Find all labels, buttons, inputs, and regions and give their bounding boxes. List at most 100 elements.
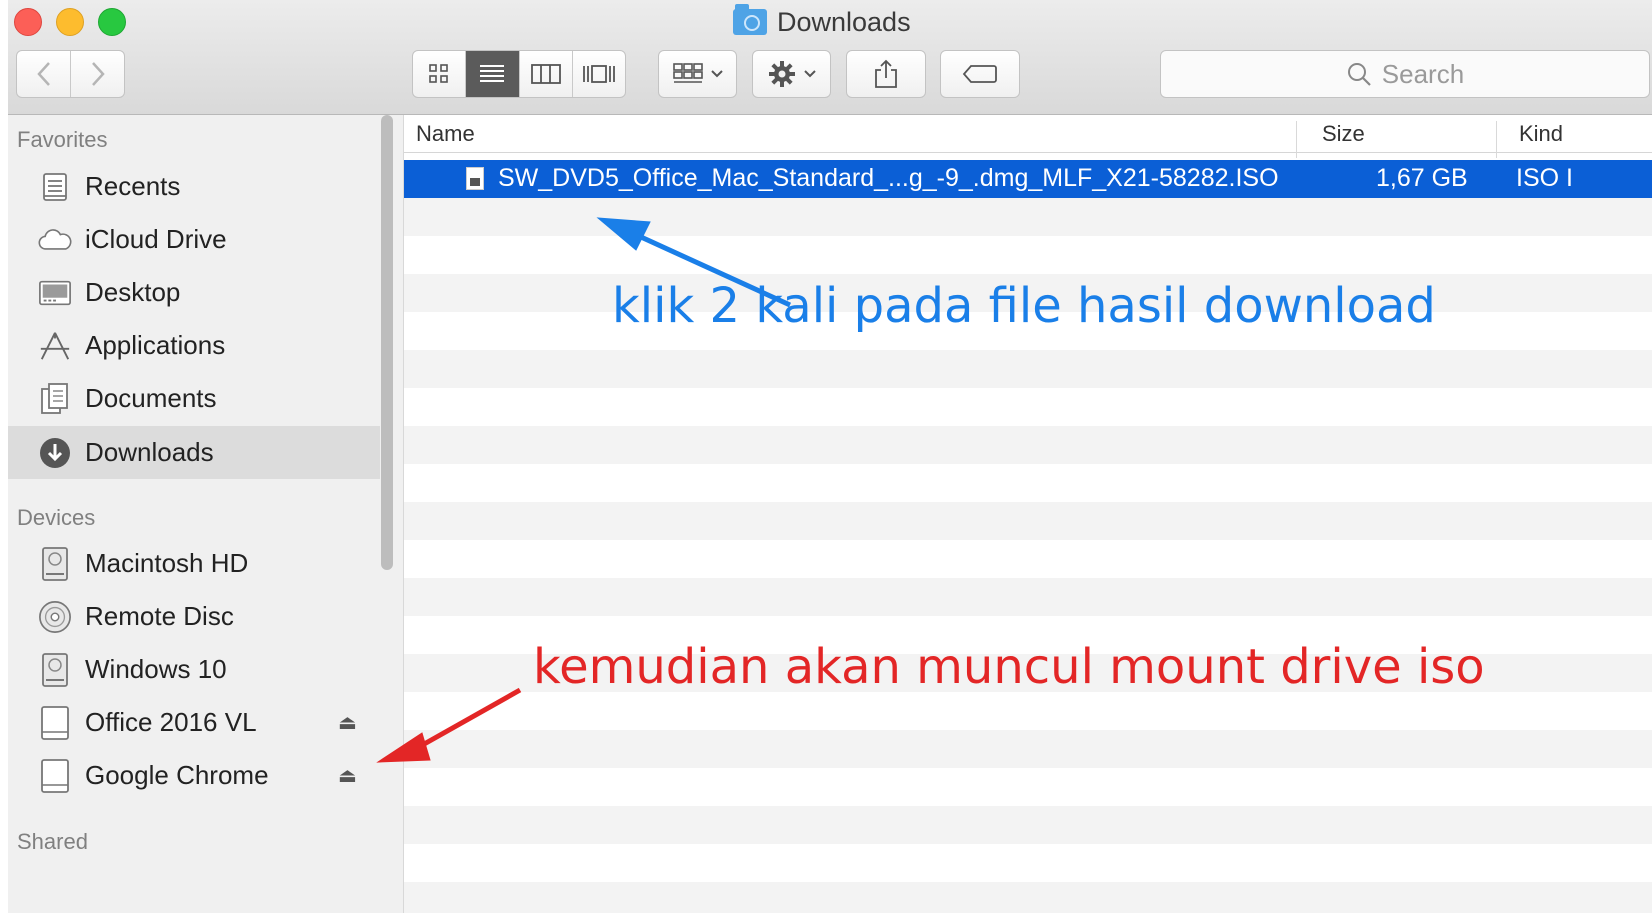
annotation-blue-text: klik 2 kali pada file hasil download — [612, 278, 1436, 334]
cloud-icon — [38, 223, 72, 257]
sidebar-item-label: Windows 10 — [85, 654, 227, 684]
columns-icon — [530, 64, 561, 84]
empty-row — [404, 464, 1652, 502]
sidebar-item-google-chrome[interactable]: Google Chrome ⏏ — [8, 749, 380, 802]
sidebar-item-applications[interactable]: Applications — [8, 319, 380, 372]
back-button[interactable] — [17, 51, 71, 97]
sidebar-item-label: iCloud Drive — [85, 224, 227, 254]
empty-row — [404, 426, 1652, 464]
toolbar: Downloads Search — [8, 0, 1652, 115]
file-list: Name Size Kind SW_DVD5_Office_Mac_Standa… — [404, 115, 1652, 913]
coverflow-icon — [582, 65, 615, 83]
volume-icon — [38, 705, 72, 740]
column-view-button[interactable] — [520, 51, 573, 97]
tag-icon — [962, 65, 997, 83]
zoom-window-button[interactable] — [98, 8, 126, 36]
empty-row — [404, 578, 1652, 616]
sidebar-item-label: Desktop — [85, 277, 181, 307]
window-title: Downloads — [733, 4, 911, 39]
empty-row — [404, 768, 1652, 806]
coverflow-view-button[interactable] — [573, 51, 625, 97]
empty-row — [404, 692, 1652, 730]
recents-icon — [38, 170, 72, 204]
search-input[interactable]: Search — [1160, 50, 1650, 98]
list-view-button[interactable] — [466, 51, 520, 97]
file-rows: SW_DVD5_Office_Mac_Standard_...g_-9_.dmg… — [404, 160, 1652, 913]
disk-image-file-icon — [466, 167, 484, 190]
sidebar-item-label: Remote Disc — [85, 601, 234, 631]
empty-row — [404, 236, 1652, 274]
sidebar-item-icloud-drive[interactable]: iCloud Drive — [8, 213, 380, 266]
grid-icon — [429, 64, 448, 83]
shared-heading: Shared — [17, 829, 88, 854]
chevron-down-icon — [803, 70, 816, 78]
close-window-button[interactable] — [14, 8, 42, 36]
sidebar-item-label: Downloads — [85, 437, 214, 467]
applications-icon — [38, 329, 72, 363]
sidebar-item-windows-10[interactable]: Windows 10 — [8, 643, 380, 696]
gear-icon — [768, 61, 795, 87]
file-name: SW_DVD5_Office_Mac_Standard_...g_-9_.dmg… — [498, 164, 1279, 192]
share-icon — [875, 59, 897, 88]
sidebar: Favorites Recents iCloud Drive Desktop A… — [8, 115, 404, 913]
eject-icon[interactable]: ⏏ — [338, 710, 357, 735]
empty-row — [404, 540, 1652, 578]
desktop-icon — [38, 276, 72, 310]
sidebar-item-label: Applications — [85, 330, 226, 360]
file-size: 1,67 GB — [1376, 164, 1468, 192]
view-switcher — [412, 50, 626, 98]
arrange-icon — [672, 63, 703, 83]
share-button[interactable] — [846, 50, 926, 98]
column-size[interactable]: Size — [1322, 121, 1365, 147]
sidebar-item-remote-disc[interactable]: Remote Disc — [8, 590, 380, 643]
sidebar-item-label: Office 2016 VL — [85, 707, 257, 737]
window-title-text: Downloads — [777, 6, 911, 37]
empty-row — [404, 198, 1652, 236]
empty-row — [404, 502, 1652, 540]
empty-row — [404, 388, 1652, 426]
sidebar-item-downloads[interactable]: Downloads — [8, 426, 380, 479]
tag-button[interactable] — [940, 50, 1020, 98]
forward-button[interactable] — [71, 51, 124, 97]
action-button[interactable] — [752, 50, 831, 98]
sidebar-item-label: Macintosh HD — [85, 548, 249, 578]
arrange-button[interactable] — [658, 50, 737, 98]
documents-icon — [38, 382, 72, 416]
sidebar-item-label: Google Chrome — [85, 760, 269, 790]
chevron-down-icon — [710, 70, 723, 78]
column-name[interactable]: Name — [416, 121, 475, 147]
annotation-red-text: kemudian akan muncul mount drive iso — [533, 639, 1485, 695]
sidebar-item-label: Recents — [85, 171, 181, 201]
chevron-right-icon — [91, 62, 105, 86]
empty-row — [404, 730, 1652, 768]
sidebar-item-recents[interactable]: Recents — [8, 160, 380, 213]
search-icon — [1347, 63, 1371, 86]
volume-icon — [38, 758, 72, 793]
navigation-buttons — [16, 50, 125, 98]
table-row[interactable]: SW_DVD5_Office_Mac_Standard_...g_-9_.dmg… — [404, 160, 1652, 198]
downloads-folder-icon — [733, 4, 767, 35]
search-placeholder: Search — [1381, 58, 1465, 89]
sidebar-item-office-2016-vl[interactable]: Office 2016 VL ⏏ — [8, 696, 380, 749]
column-kind[interactable]: Kind — [1519, 121, 1563, 147]
hard-drive-icon — [38, 546, 72, 581]
eject-icon[interactable]: ⏏ — [338, 763, 357, 788]
list-icon — [480, 65, 505, 82]
sidebar-item-desktop[interactable]: Desktop — [8, 266, 380, 319]
finder-window: Downloads Search Favorites Recents iClou… — [8, 0, 1652, 913]
empty-row — [404, 882, 1652, 913]
chevron-left-icon — [36, 62, 50, 86]
icon-view-button[interactable] — [413, 51, 467, 97]
empty-row — [404, 844, 1652, 882]
sidebar-scrollbar[interactable] — [381, 115, 393, 570]
downloads-icon — [38, 436, 72, 470]
empty-row — [404, 806, 1652, 844]
sidebar-item-macintosh-hd[interactable]: Macintosh HD — [8, 537, 380, 590]
hard-drive-icon — [38, 652, 72, 687]
minimize-window-button[interactable] — [56, 8, 84, 36]
sidebar-item-label: Documents — [85, 383, 217, 413]
disc-icon — [38, 600, 72, 634]
file-kind: ISO I — [1516, 164, 1573, 192]
favorites-heading: Favorites — [17, 127, 108, 152]
sidebar-item-documents[interactable]: Documents — [8, 372, 380, 425]
